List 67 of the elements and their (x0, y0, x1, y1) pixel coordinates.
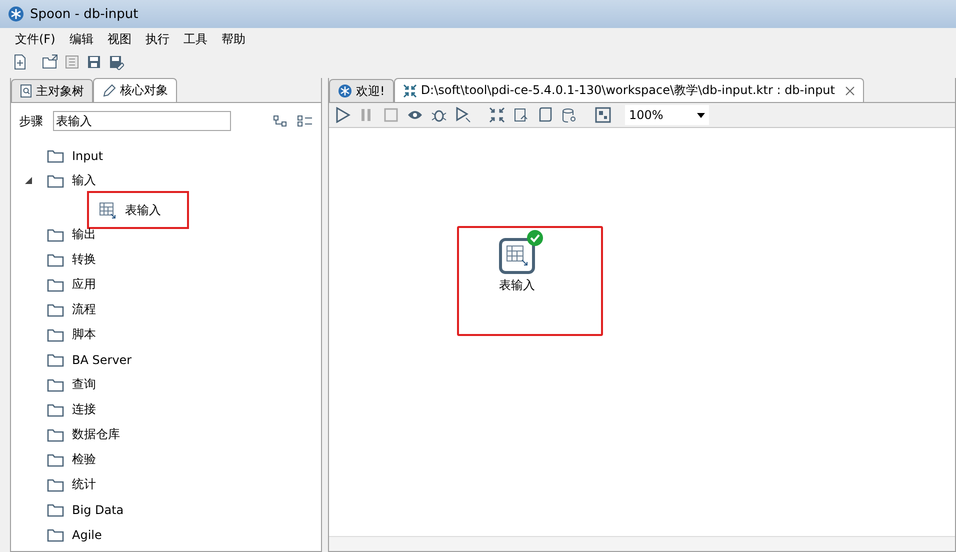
tree-folder-item[interactable]: Big Data (11, 497, 321, 522)
folder-icon (47, 252, 64, 266)
menu-item[interactable]: 工具 (176, 28, 214, 50)
folder-icon (47, 478, 64, 492)
table-input-step-icon (499, 238, 535, 274)
menu-item[interactable]: 编辑 (62, 28, 100, 50)
list-icon (297, 115, 313, 127)
run-icon (335, 107, 351, 123)
stop-icon (383, 107, 399, 123)
search-icon (20, 84, 32, 98)
hierarchy-icon (273, 115, 287, 127)
open-folder-icon (42, 54, 58, 70)
search-label: 步骤 (19, 112, 43, 130)
folder-icon (47, 328, 64, 342)
folder-icon (47, 378, 64, 392)
tree-folder-item[interactable]: 检验 (11, 447, 321, 472)
step-label: 表输入 (499, 277, 535, 294)
folder-icon (47, 452, 64, 466)
tree-folder-item[interactable]: 输入 (11, 168, 321, 193)
tab[interactable]: 欢迎! (329, 79, 394, 102)
app-logo-icon (338, 84, 352, 98)
new-file-icon (12, 54, 28, 70)
pencil-icon (102, 84, 116, 98)
tree-folder-item[interactable]: 转换 (11, 247, 321, 272)
tree-folder-item[interactable]: Agile (11, 522, 321, 547)
tree-folder-item[interactable]: 流程 (11, 297, 321, 322)
dropdown-arrow-icon (697, 112, 705, 118)
replay-icon (455, 107, 471, 123)
folder-icon (47, 428, 64, 442)
tree-folder-item[interactable]: 统计 (11, 472, 321, 497)
transformation-icon (489, 107, 505, 123)
folder-icon (47, 402, 64, 416)
horizontal-scrollbar[interactable] (329, 536, 955, 551)
tree-folder-item[interactable]: 查询 (11, 372, 321, 397)
folder-icon (47, 502, 64, 516)
folder-icon (47, 278, 64, 292)
transformation-icon (402, 84, 417, 98)
save-icon (86, 54, 102, 70)
folder-icon (47, 352, 64, 366)
tree-folder-item[interactable]: 数据仓库 (11, 422, 321, 447)
search-field[interactable]: 表输入 (53, 111, 231, 131)
zoom-dropdown[interactable]: 100% (625, 105, 709, 125)
tab[interactable]: 核心对象 (93, 78, 177, 102)
tree-folder-item[interactable]: 连接 (11, 397, 321, 422)
folder-icon (47, 528, 64, 542)
step-node[interactable]: 表输入 (489, 230, 545, 294)
app-logo-icon (8, 6, 24, 22)
tree-folder-item[interactable]: 脚本 (11, 322, 321, 347)
save-as-icon (108, 54, 124, 70)
list-icon (64, 54, 80, 70)
folder-icon (47, 148, 64, 162)
database-search-icon (561, 107, 577, 123)
tree-folder-item[interactable]: BA Server (11, 347, 321, 372)
tab[interactable]: 主对象树 (11, 79, 93, 102)
grid-align-icon (595, 107, 611, 123)
window-title: Spoon - db-input (30, 6, 138, 22)
folder-icon (47, 228, 64, 242)
menu-item[interactable]: 帮助 (214, 28, 252, 50)
folder-icon (47, 302, 64, 316)
table-step-icon (99, 202, 117, 218)
tree-folder-item[interactable]: Input (11, 143, 321, 168)
folder-icon (47, 174, 64, 188)
menu-item[interactable]: 视图 (100, 28, 138, 50)
tab[interactable]: D:\soft\tool\pdi-ce-5.4.0.1-130\workspace\教学\db-input.ktr : db-input (394, 78, 864, 102)
menu-item[interactable]: 执行 (138, 28, 176, 50)
tree-folder-item[interactable]: 应用 (11, 272, 321, 297)
menu-item[interactable]: 文件(F) (8, 28, 62, 50)
